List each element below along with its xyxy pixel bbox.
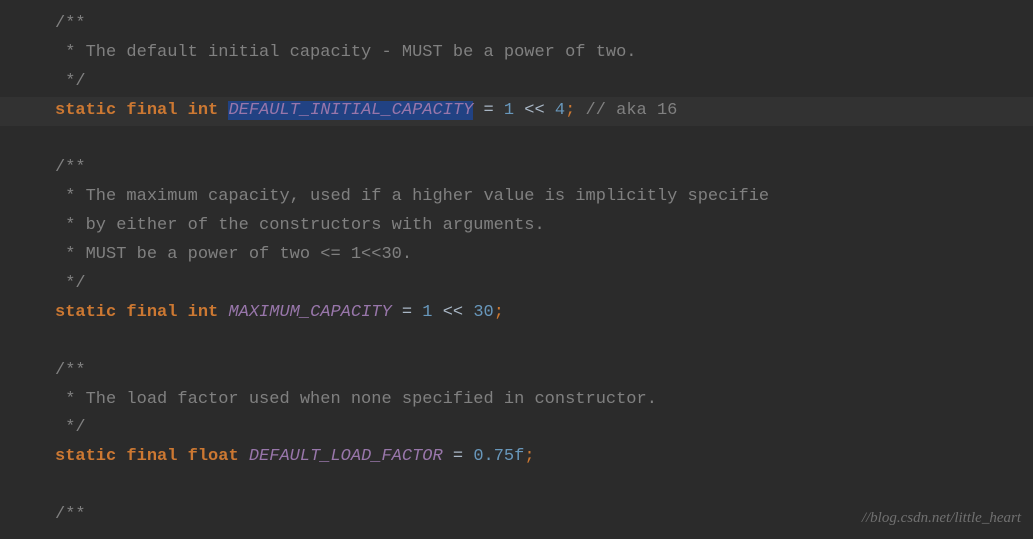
number-literal: 30 [473, 303, 493, 322]
javadoc-end: */ [55, 274, 86, 293]
current-line-highlight: static final int DEFAULT_INITIAL_CAPACIT… [0, 97, 1033, 126]
operator-assign: = [473, 101, 504, 120]
operator-assign: = [392, 303, 423, 322]
keyword-final: final [126, 101, 177, 120]
keyword-final: final [126, 303, 177, 322]
constant-default-load-factor: DEFAULT_LOAD_FACTOR [249, 447, 443, 466]
type-float: float [188, 447, 239, 466]
javadoc-end: */ [55, 418, 86, 437]
keyword-final: final [126, 447, 177, 466]
keyword-static: static [55, 447, 116, 466]
number-literal: 4 [555, 101, 565, 120]
number-literal: 1 [504, 101, 514, 120]
type-int: int [188, 303, 219, 322]
javadoc-end: */ [55, 72, 86, 91]
javadoc-line: * The default initial capacity - MUST be… [55, 43, 637, 62]
operator-shift: << [514, 101, 555, 120]
javadoc-start: /** [55, 158, 86, 177]
constant-maximum-capacity: MAXIMUM_CAPACITY [228, 303, 391, 322]
semicolon: ; [524, 447, 534, 466]
constant-default-initial-capacity[interactable]: DEFAULT_INITIAL_CAPACITY [228, 101, 473, 120]
operator-shift: << [433, 303, 474, 322]
javadoc-start: /** [55, 361, 86, 380]
keyword-static: static [55, 101, 116, 120]
semicolon: ; [565, 101, 575, 120]
operator-assign: = [443, 447, 474, 466]
line-comment: // aka 16 [575, 101, 677, 120]
javadoc-line: * by either of the constructors with arg… [55, 216, 545, 235]
javadoc-line: * The load factor used when none specifi… [55, 390, 657, 409]
javadoc-start: /** [55, 14, 86, 33]
code-editor-area[interactable]: /** * The default initial capacity - MUS… [0, 0, 1033, 530]
watermark-text: //blog.csdn.net/little_heart [862, 506, 1021, 532]
type-int: int [188, 101, 219, 120]
javadoc-line: * MUST be a power of two <= 1<<30. [55, 245, 412, 264]
javadoc-start: /** [55, 505, 86, 524]
number-literal: 0.75f [473, 447, 524, 466]
number-literal: 1 [422, 303, 432, 322]
javadoc-line: * The maximum capacity, used if a higher… [55, 187, 769, 206]
keyword-static: static [55, 303, 116, 322]
semicolon: ; [494, 303, 504, 322]
